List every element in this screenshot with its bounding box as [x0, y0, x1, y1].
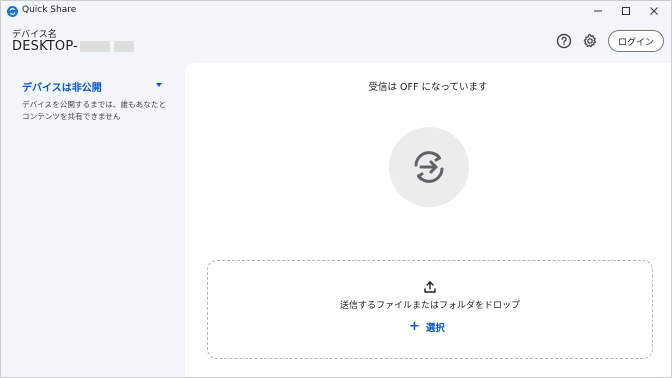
receive-status-text: 受信は OFF になっています	[368, 82, 488, 93]
select-button[interactable]: + 選択	[409, 319, 445, 335]
redacted-block	[80, 41, 111, 52]
sync-off-icon	[414, 151, 444, 183]
status-circle	[389, 127, 469, 207]
device-name-text: DESKTOP-	[12, 39, 79, 54]
quick-share-window: Quick Share デバイス名 DESKTOP- ログイン デバイスは非公開…	[0, 0, 672, 378]
caret-down-icon[interactable]	[156, 83, 162, 87]
gear-icon[interactable]	[581, 32, 599, 50]
sidebar: デバイスは非公開 デバイスを公開するまでは、誰もあなたとコンテンツを共有できませ…	[1, 63, 185, 377]
device-name: DESKTOP-	[12, 39, 135, 54]
close-icon[interactable]	[638, 1, 670, 21]
select-label: 選択	[425, 323, 445, 334]
upload-icon	[423, 279, 437, 293]
login-button[interactable]: ログイン	[608, 30, 664, 52]
quick-share-icon	[7, 6, 18, 17]
visibility-description: デバイスを公開するまでは、誰もあなたとコンテンツを共有できません	[22, 100, 167, 121]
visibility-dropdown[interactable]: デバイスは非公開	[22, 79, 102, 94]
help-icon[interactable]	[555, 32, 573, 50]
plus-icon: +	[409, 319, 420, 334]
drop-zone-text: 送信するファイルまたはフォルダをドロップ	[339, 301, 520, 311]
main-panel: 受信は OFF になっています 送信するファイルまたはフォルダをドロップ + 選…	[185, 63, 671, 377]
title-bar: Quick Share	[1, 1, 671, 23]
redacted-block	[114, 41, 135, 52]
file-drop-zone[interactable]: 送信するファイルまたはフォルダをドロップ + 選択	[207, 260, 653, 359]
window-title: Quick Share	[22, 5, 77, 15]
